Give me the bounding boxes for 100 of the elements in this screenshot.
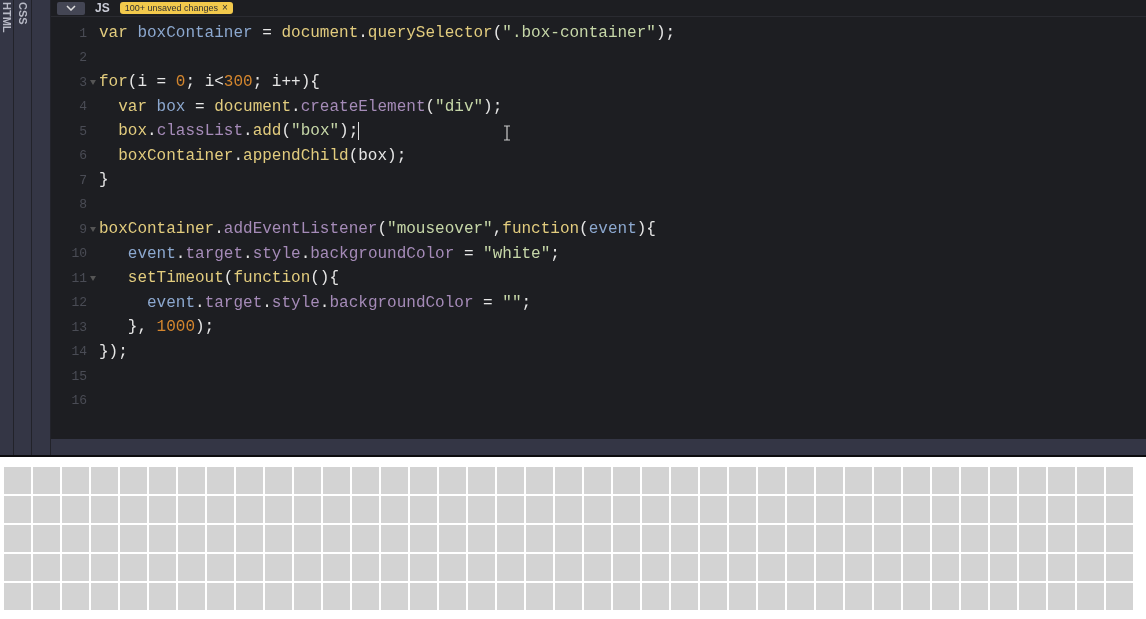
grid-box xyxy=(381,496,408,523)
grid-box xyxy=(381,525,408,552)
grid-box xyxy=(555,496,582,523)
grid-box xyxy=(1019,554,1046,581)
grid-box xyxy=(816,583,843,610)
grid-box xyxy=(961,525,988,552)
grid-box xyxy=(584,467,611,494)
grid-box xyxy=(323,554,350,581)
grid-box xyxy=(613,496,640,523)
grid-box xyxy=(62,496,89,523)
grid-box xyxy=(91,496,118,523)
grid-box xyxy=(729,525,756,552)
grid-box xyxy=(671,496,698,523)
fold-arrow-icon[interactable] xyxy=(90,79,96,85)
grid-box xyxy=(903,496,930,523)
grid-box xyxy=(642,496,669,523)
grid-box xyxy=(700,583,727,610)
fold-arrow-icon[interactable] xyxy=(90,226,96,232)
grid-box xyxy=(497,583,524,610)
grid-box xyxy=(903,554,930,581)
grid-box xyxy=(410,554,437,581)
grid-box xyxy=(613,554,640,581)
grid-box xyxy=(120,554,147,581)
grid-box xyxy=(468,467,495,494)
grid-box xyxy=(323,467,350,494)
grid-box xyxy=(903,583,930,610)
grid-box xyxy=(961,467,988,494)
grid-box xyxy=(62,467,89,494)
grid-box xyxy=(845,583,872,610)
code-line: var boxContainer = document.querySelector(".box-container"); xyxy=(99,24,676,43)
grid-box xyxy=(584,583,611,610)
grid-box xyxy=(613,467,640,494)
grid-box xyxy=(236,583,263,610)
grid-box xyxy=(700,554,727,581)
grid-box xyxy=(1048,554,1075,581)
grid-box xyxy=(729,496,756,523)
side-tab[interactable]: CSS xyxy=(14,0,32,455)
caret-icon xyxy=(66,5,76,11)
grid-box xyxy=(4,554,31,581)
grid-box xyxy=(555,554,582,581)
grid-box xyxy=(352,583,379,610)
close-button[interactable]: × xyxy=(222,3,228,13)
grid-box xyxy=(758,554,785,581)
grid-box xyxy=(4,467,31,494)
grid-box xyxy=(236,525,263,552)
grid-box xyxy=(990,496,1017,523)
grid-box xyxy=(33,496,60,523)
grid-box xyxy=(845,496,872,523)
grid-box xyxy=(1077,467,1104,494)
grid-box xyxy=(149,525,176,552)
grid-box xyxy=(207,554,234,581)
grid-box xyxy=(439,583,466,610)
grid-box xyxy=(758,496,785,523)
grid-box xyxy=(526,496,553,523)
grid-box xyxy=(526,525,553,552)
grid-box xyxy=(816,496,843,523)
grid-box xyxy=(642,554,669,581)
grid-box xyxy=(613,525,640,552)
grid-box xyxy=(700,525,727,552)
grid-box xyxy=(555,583,582,610)
editor-title: JS xyxy=(95,1,110,15)
grid-box xyxy=(178,525,205,552)
code-line: } xyxy=(99,171,109,190)
grid-box xyxy=(990,554,1017,581)
grid-box xyxy=(323,525,350,552)
grid-box xyxy=(207,496,234,523)
grid-box xyxy=(758,525,785,552)
text-cursor-icon xyxy=(503,125,511,141)
grid-box xyxy=(526,554,553,581)
grid-box xyxy=(352,496,379,523)
grid-box xyxy=(294,467,321,494)
grid-box xyxy=(178,554,205,581)
grid-box xyxy=(149,496,176,523)
grid-box xyxy=(468,496,495,523)
grid-box xyxy=(236,467,263,494)
grid-box xyxy=(1019,583,1046,610)
side-tab[interactable]: HTML xyxy=(0,0,14,455)
grid-box xyxy=(1106,496,1133,523)
grid-box xyxy=(845,525,872,552)
grid-box xyxy=(381,583,408,610)
grid-box xyxy=(91,583,118,610)
grid-box xyxy=(787,467,814,494)
unsaved-badge: 100+ unsaved changes × xyxy=(119,2,233,14)
grid-box xyxy=(294,496,321,523)
grid-box xyxy=(323,583,350,610)
grid-box xyxy=(120,525,147,552)
grid-box xyxy=(352,525,379,552)
grid-box xyxy=(1106,554,1133,581)
menu-button[interactable] xyxy=(57,1,85,15)
grid-box xyxy=(497,554,524,581)
grid-box xyxy=(555,525,582,552)
grid-box xyxy=(787,496,814,523)
grid-box xyxy=(729,467,756,494)
grid-box xyxy=(497,467,524,494)
grid-box xyxy=(178,467,205,494)
grid-box xyxy=(468,554,495,581)
grid-box xyxy=(91,554,118,581)
grid-box xyxy=(4,525,31,552)
fold-arrow-icon[interactable] xyxy=(90,275,96,281)
grid-box xyxy=(816,554,843,581)
